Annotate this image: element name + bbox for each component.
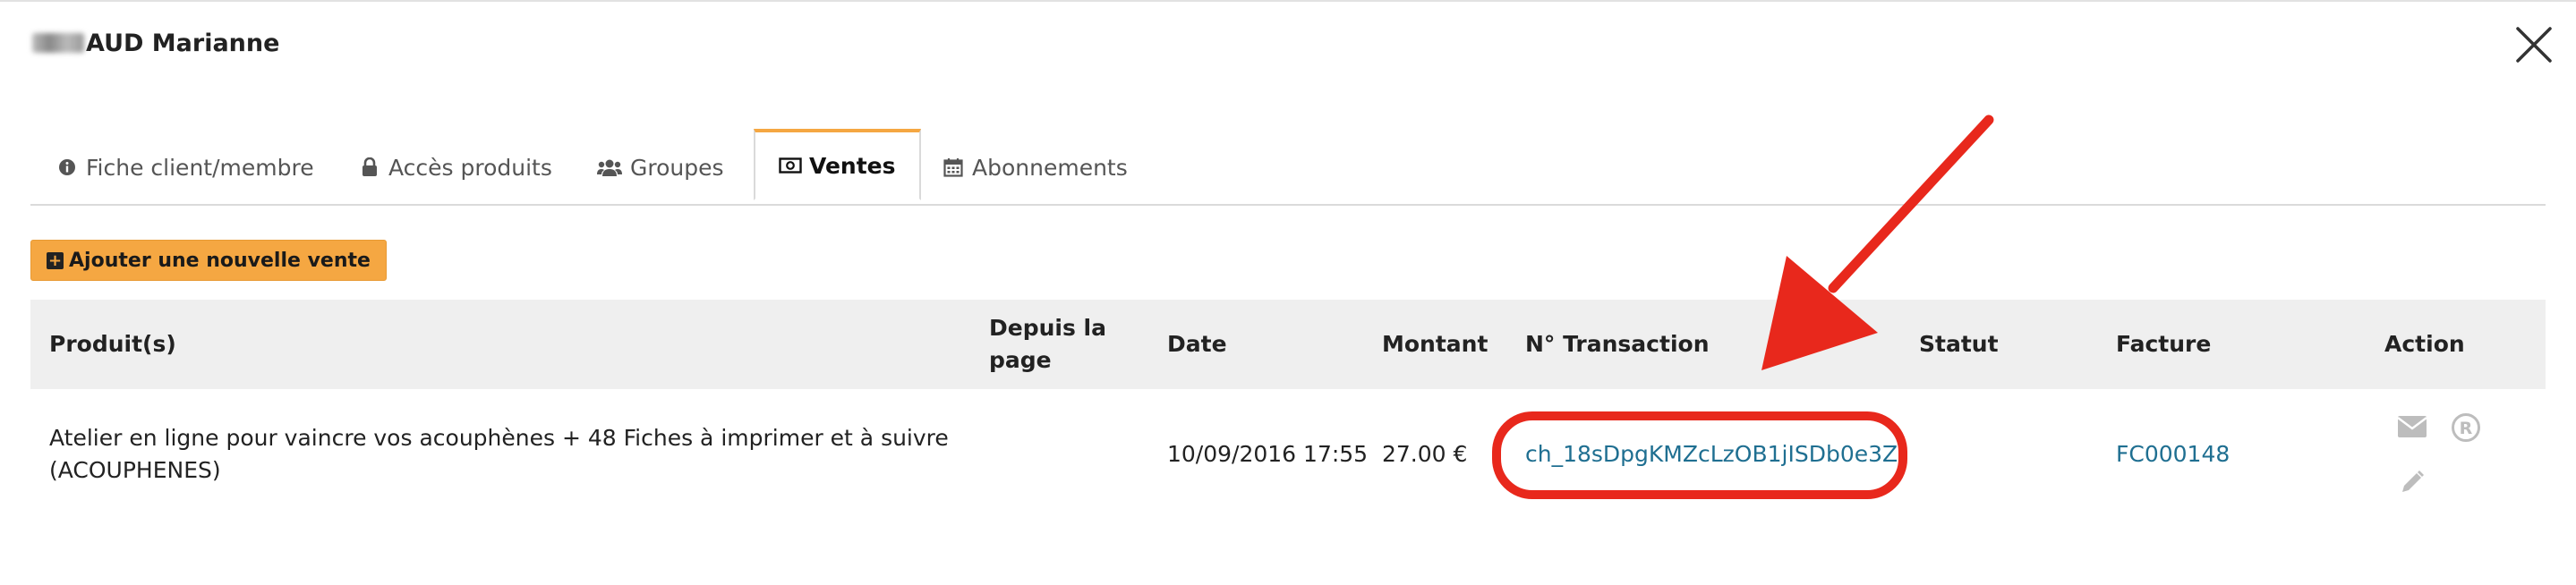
transaction-link[interactable]: ch_18sDpgKMZcLzOB1jISDb0e3Z — [1525, 438, 1898, 471]
tab-bar: Fiche client/membre Accès produits Group… — [30, 129, 2546, 206]
redacted-name-part — [32, 33, 84, 53]
column-header-date: Date — [1167, 331, 1227, 357]
tab-label: Ventes — [809, 152, 896, 179]
modal-title: AUD Marianne — [32, 25, 279, 61]
add-sale-label: Ajouter une nouvelle vente — [69, 249, 371, 272]
tab-abonnements[interactable]: Abonnements — [942, 131, 1128, 204]
date-cell: 10/09/2016 17:55 — [1167, 441, 1369, 467]
tab-label: Accès produits — [388, 154, 552, 181]
column-header-montant: Montant — [1382, 331, 1488, 357]
modal-title-text: AUD Marianne — [86, 29, 280, 57]
top-border — [0, 0, 2576, 2]
column-header-produits: Produit(s) — [49, 331, 176, 357]
tab-label: Fiche client/membre — [86, 154, 314, 181]
column-header-transaction: N° Transaction — [1525, 331, 1710, 357]
tab-groupes[interactable]: Groupes — [596, 131, 724, 204]
add-sale-button[interactable]: + Ajouter une nouvelle vente — [30, 240, 387, 281]
annotation-overlay — [1492, 114, 1994, 499]
tab-ventes[interactable]: Ventes — [754, 129, 921, 200]
tab-label: Abonnements — [972, 154, 1128, 181]
svg-text:R: R — [2460, 419, 2473, 438]
info-circle-icon — [55, 156, 79, 179]
invoice-link[interactable]: FC000148 — [2116, 438, 2230, 471]
column-header-depuis-la-page: Depuis la page — [989, 315, 1106, 373]
tab-acces-produits[interactable]: Accès produits — [358, 131, 552, 204]
tab-fiche-client[interactable]: Fiche client/membre — [55, 131, 314, 204]
column-header-action: Action — [2384, 331, 2465, 357]
registered-icon[interactable]: R — [2451, 412, 2481, 443]
amount-cell: 27.00 € — [1382, 441, 1468, 467]
users-icon — [596, 156, 623, 179]
invoice-cell: FC000148 — [2116, 438, 2230, 471]
calendar-icon — [942, 156, 965, 179]
tab-label: Groupes — [630, 154, 724, 181]
money-icon — [779, 154, 802, 177]
close-icon[interactable] — [2511, 21, 2557, 68]
table-header: Produit(s) Depuis la page Date Montant N… — [30, 300, 2546, 389]
plus-square-icon: + — [47, 250, 64, 270]
lock-icon — [358, 156, 381, 179]
product-cell: Atelier en ligne pour vaincre vos acouph… — [49, 425, 949, 483]
envelope-icon[interactable] — [2397, 415, 2427, 438]
transaction-cell: ch_18sDpgKMZcLzOB1jISDb0e3Z — [1525, 438, 1898, 471]
pencil-icon[interactable] — [2399, 469, 2426, 496]
column-header-facture: Facture — [2116, 331, 2212, 357]
column-header-statut: Statut — [1919, 331, 1999, 357]
